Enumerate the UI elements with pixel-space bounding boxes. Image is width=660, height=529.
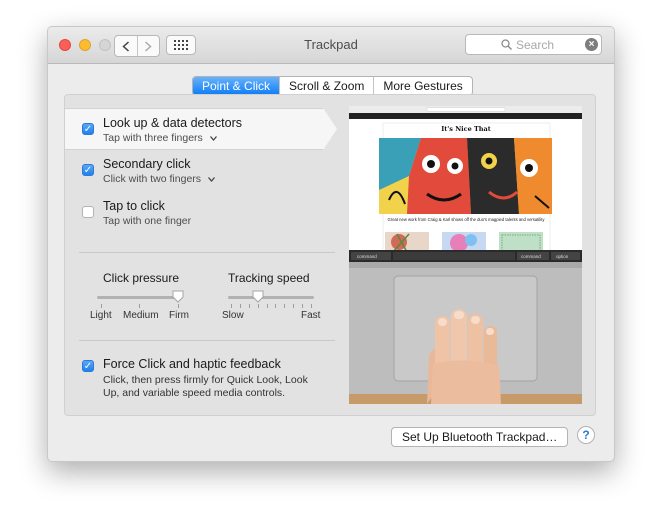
slider-tick <box>275 304 277 308</box>
slider-tick <box>139 304 140 308</box>
tracking-speed-slider[interactable] <box>228 296 314 299</box>
secondary-click-gesture-text: Click with two fingers <box>103 173 202 185</box>
pressure-light-label: Light <box>90 310 112 321</box>
search-icon <box>501 39 512 50</box>
click-pressure-slider[interactable] <box>97 296 181 299</box>
settings-panel: ✓ Look up & data detectors Tap with thre… <box>64 94 596 416</box>
search-field[interactable]: Search × <box>465 34 602 55</box>
title-bar: Trackpad Search × <box>48 27 614 64</box>
slider-tick <box>101 304 102 308</box>
slider-tick <box>266 304 268 308</box>
preview-key-option: option <box>556 254 569 259</box>
tap-to-click-checkbox[interactable] <box>82 206 94 218</box>
slider-tick <box>284 304 286 308</box>
secondary-click-checkbox[interactable]: ✓ <box>82 164 94 176</box>
tracking-speed-label: Tracking speed <box>228 271 310 285</box>
slider-tick <box>231 304 232 308</box>
look-up-label: Look up & data detectors <box>103 116 242 130</box>
option-secondary-click[interactable]: ✓ Secondary click Click with two fingers <box>65 150 333 192</box>
force-click-description: Click, then press firmly for Quick Look,… <box>103 374 308 399</box>
option-tap-to-click[interactable]: Tap to click Tap with one finger <box>65 192 333 234</box>
chevron-down-icon <box>207 177 215 182</box>
divider <box>79 340 335 341</box>
slider-tick <box>302 304 304 308</box>
preview-illustration: It's Nice That Great new work from Craig… <box>349 106 582 404</box>
tab-bar: Point & Click Scroll & Zoom More Gesture… <box>192 76 473 96</box>
secondary-click-label: Secondary click <box>103 157 191 171</box>
pressure-firm-label: Firm <box>169 310 189 321</box>
divider <box>79 252 335 253</box>
preview-key-command-left: command <box>357 254 377 259</box>
slider-tick <box>311 304 312 308</box>
preview-site-title: It's Nice That <box>441 125 491 133</box>
speed-slow-label: Slow <box>222 310 244 321</box>
slider-tick <box>257 304 259 308</box>
slider-tick <box>248 304 250 308</box>
trackpad-window: Trackpad Search × Point & Click Scroll &… <box>47 26 615 462</box>
slider-tick <box>293 304 295 308</box>
clear-search-icon[interactable]: × <box>585 38 598 51</box>
gesture-preview: It's Nice That Great new work from Craig… <box>349 106 582 404</box>
preview-caption: Great new work from Craig & Karl shows o… <box>388 217 546 222</box>
look-up-gesture-text: Tap with three fingers <box>103 132 203 144</box>
force-click-checkbox[interactable]: ✓ <box>82 360 94 372</box>
look-up-checkbox[interactable]: ✓ <box>82 123 94 135</box>
pressure-medium-label: Medium <box>123 310 159 321</box>
tab-scroll-zoom[interactable]: Scroll & Zoom <box>279 77 373 95</box>
setup-bluetooth-trackpad-button[interactable]: Set Up Bluetooth Trackpad… <box>391 427 569 447</box>
chevron-down-icon <box>209 136 217 141</box>
speed-fast-label: Fast <box>301 310 321 321</box>
option-look-up[interactable]: ✓ Look up & data detectors Tap with thre… <box>65 108 337 150</box>
slider-tick <box>239 304 241 308</box>
help-button[interactable]: ? <box>577 426 595 444</box>
tap-to-click-gesture: Tap with one finger <box>103 215 192 227</box>
search-placeholder: Search <box>516 38 555 52</box>
click-pressure-knob[interactable] <box>172 290 184 304</box>
preview-key-command-right: command <box>521 254 541 259</box>
tap-to-click-label: Tap to click <box>103 199 165 213</box>
tab-more-gestures[interactable]: More Gestures <box>373 77 471 95</box>
force-click-label: Force Click and haptic feedback <box>103 357 281 371</box>
slider-tick <box>178 304 179 308</box>
tracking-speed-knob[interactable] <box>252 290 264 304</box>
look-up-gesture[interactable]: Tap with three fingers <box>103 132 217 144</box>
click-pressure-label: Click pressure <box>103 271 180 285</box>
secondary-click-gesture[interactable]: Click with two fingers <box>103 173 215 185</box>
tab-point-click[interactable]: Point & Click <box>193 77 280 95</box>
